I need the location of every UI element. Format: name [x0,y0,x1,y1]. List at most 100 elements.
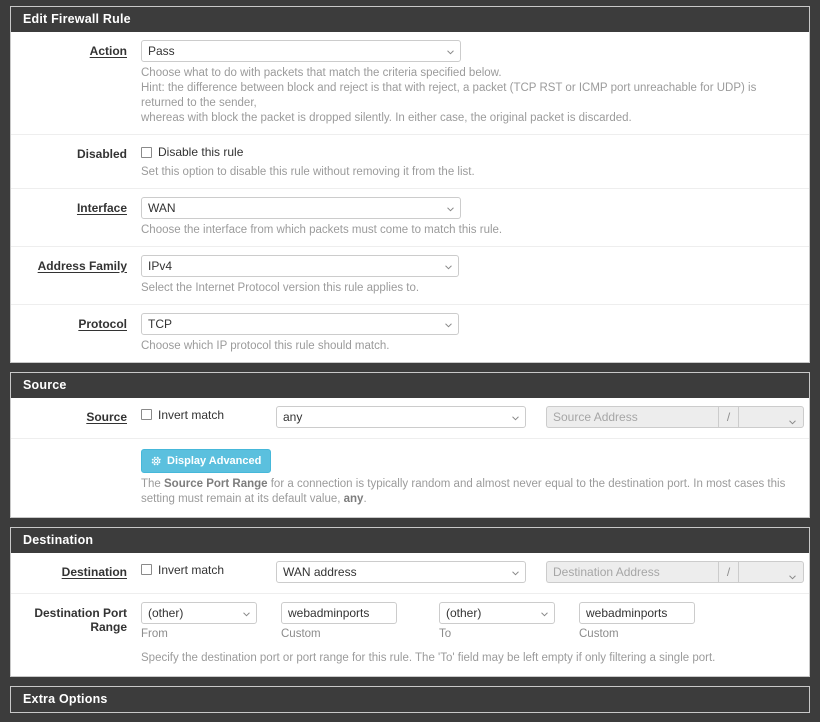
protocol-select-value: TCP [148,316,172,331]
source-port-help-bold1: Source Port Range [164,477,268,490]
address-family-select-value: IPv4 [148,258,173,273]
panel-edit-firewall-rule: Edit Firewall Rule Action Pass Choose wh… [10,6,810,363]
label-destination-port-range: Destination Port Range [34,605,127,634]
destination-port-to-sublabel: To [439,627,452,640]
chevron-down-icon [447,49,454,56]
panel-source: Source Source Invert match any Source Ad… [10,371,810,518]
interface-select[interactable]: WAN [141,196,461,219]
source-port-range-help: The Source Port Range for a connection i… [141,477,799,507]
action-help-line2: Hint: the difference between block and r… [141,82,757,109]
form-row-disabled: Disabled Disable this rule Set this opti… [11,135,809,189]
destination-port-to-cell: (other) To [439,601,567,641]
destination-port-range-help: Specify the destination port or port ran… [141,651,716,664]
destination-invert-label: Invert match [158,562,225,577]
destination-port-from-custom-sublabel: Custom [281,627,321,640]
source-invert-cell: Invert match [141,406,276,424]
label-protocol: Protocol [78,316,127,331]
panel-body-source: Source Invert match any Source Address /… [11,398,809,517]
destination-port-to-custom-sublabel: Custom [579,627,619,640]
destination-address-slash: / [718,560,738,583]
destination-port-from-select[interactable]: (other) [141,601,257,624]
action-help: Choose what to do with packets that matc… [141,66,799,126]
chevron-down-icon [445,264,452,271]
source-mask-select[interactable] [738,405,804,428]
address-family-help: Select the Internet Protocol version thi… [141,281,420,294]
form-row-address-family: Address Family IPv4 Select the Internet … [11,247,809,305]
disable-rule-checkbox-wrap[interactable]: Disable this rule [141,143,243,159]
source-address-row: Invert match any Source Address / [141,405,804,428]
destination-address-group: Destination Address / [546,560,804,583]
form-row-destination: Destination Invert match WAN address Des… [11,553,809,594]
source-port-help-prefix: The [141,477,165,490]
field-disabled: Disable this rule Set this option to dis… [141,143,799,180]
source-invert-checkbox-wrap[interactable]: Invert match [141,406,224,422]
interface-select-value: WAN [148,200,176,215]
destination-port-to-custom-input[interactable]: webadminports [579,601,695,624]
field-address-family: IPv4 Select the Internet Protocol versio… [141,254,799,296]
source-type-cell: any [276,405,526,428]
source-address-group: Source Address / [546,405,804,428]
source-type-select-value: any [283,409,303,424]
label-interface: Interface [76,200,127,215]
protocol-select[interactable]: TCP [141,312,459,335]
field-destination-port-range: (other) From webadminports Custom (other… [141,601,799,666]
destination-port-from-cell: (other) From [141,601,269,641]
source-port-help-bold2: any [343,492,364,505]
label-destination: Destination [61,564,127,579]
panel-title-extra-options: Extra Options [11,686,809,712]
pfsense-firewall-rule-page: Edit Firewall Rule Action Pass Choose wh… [0,0,820,713]
destination-port-from-sublabel: From [141,627,168,640]
chevron-down-icon [445,322,452,329]
chevron-down-icon [512,415,519,422]
destination-port-from-value: (other) [148,605,184,620]
destination-port-to-value: (other) [446,605,482,620]
destination-port-from-custom-cell: webadminports Custom [281,601,427,641]
action-select[interactable]: Pass [141,40,461,62]
disabled-help: Set this option to disable this rule wit… [141,165,475,178]
destination-port-grid: (other) From webadminports Custom (other… [141,601,799,641]
panel-title-source: Source [11,372,809,398]
panel-extra-options: Extra Options [10,685,810,713]
display-advanced-button-label: Display Advanced [167,454,262,467]
chevron-down-icon [243,611,250,618]
display-advanced-button[interactable]: Display Advanced [141,448,272,473]
destination-port-from-custom-input[interactable]: webadminports [281,601,397,624]
source-address-slash: / [718,405,738,428]
panel-body-destination: Destination Invert match WAN address Des… [11,553,809,676]
field-source: Invert match any Source Address / [141,405,804,428]
action-help-line1: Choose what to do with packets that matc… [141,67,502,79]
form-row-source-advanced: Display Advanced The Source Port Range f… [11,439,809,517]
action-select-value: Pass [148,44,175,58]
source-invert-checkbox[interactable] [141,409,152,420]
protocol-help: Choose which IP protocol this rule shoul… [141,339,390,352]
destination-type-cell: WAN address [276,560,526,583]
field-action: Pass Choose what to do with packets that… [141,40,799,126]
label-disabled: Disabled [76,147,127,161]
destination-port-to-select[interactable]: (other) [439,601,555,624]
form-row-source: Source Invert match any Source Address / [11,398,809,439]
form-row-action: Action Pass Choose what to do with packe… [11,32,809,135]
label-source-advanced-spacer [11,449,141,453]
source-invert-label: Invert match [158,407,225,422]
destination-mask-select[interactable] [738,560,804,583]
destination-type-select-value: WAN address [283,564,357,579]
form-row-interface: Interface WAN Choose the interface from … [11,189,809,247]
field-protocol: TCP Choose which IP protocol this rule s… [141,312,799,354]
chevron-down-icon [541,611,548,618]
address-family-select[interactable]: IPv4 [141,254,459,277]
disable-rule-checkbox[interactable] [141,146,152,158]
destination-type-select[interactable]: WAN address [276,560,526,583]
label-source: Source [86,409,127,424]
field-interface: WAN Choose the interface from which pack… [141,196,799,238]
chevron-down-icon [512,570,519,577]
form-row-destination-port-range: Destination Port Range (other) From weba… [11,594,809,676]
source-address-input[interactable]: Source Address [546,405,718,428]
destination-invert-checkbox-wrap[interactable]: Invert match [141,561,224,577]
chevron-down-icon [789,570,796,579]
panel-title-destination: Destination [11,527,809,553]
destination-address-input[interactable]: Destination Address [546,560,718,583]
action-help-line3: whereas with block the packet is dropped… [141,112,632,124]
source-type-select[interactable]: any [276,405,526,428]
panel-body-edit-firewall-rule: Action Pass Choose what to do with packe… [11,32,809,362]
form-row-protocol: Protocol TCP Choose which IP protocol th… [11,305,809,362]
